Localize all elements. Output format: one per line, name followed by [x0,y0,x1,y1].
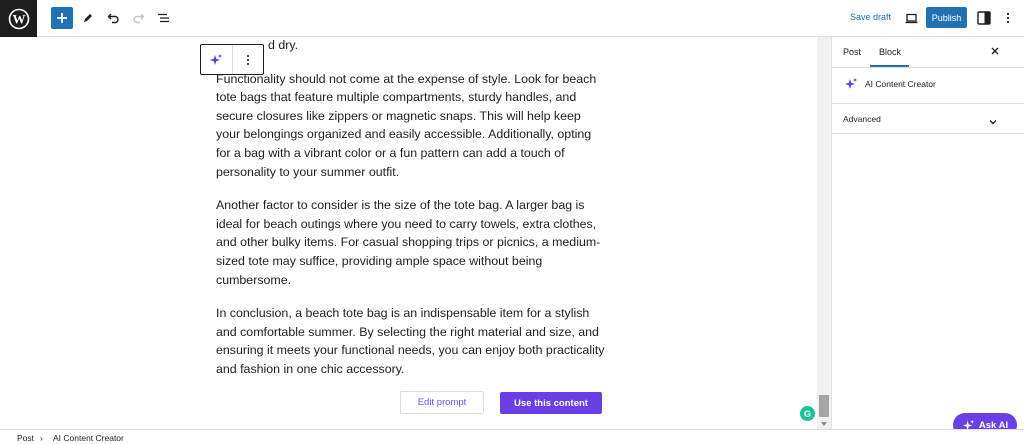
paragraph-3[interactable]: In conclusion, a beach tote bag is an in… [216,304,608,378]
edit-prompt-button[interactable]: Edit prompt [400,391,484,414]
wordpress-logo-button[interactable]: W [0,0,37,37]
block-toolbar [200,44,264,75]
ai-content-block[interactable]: d dry. Functionality should not come at … [216,37,608,394]
settings-sidebar: Post Block AI Content Creator Advanced [831,37,1024,429]
use-this-content-button[interactable]: Use this content [500,392,602,414]
preview-button[interactable] [900,7,922,29]
block-options-button[interactable] [231,45,263,74]
desktop-preview-icon [905,13,917,23]
chevron-down-icon[interactable] [988,114,998,132]
sidebar-toggle-icon [977,11,991,25]
ai-sparkle-icon [210,53,223,65]
editor-scrollbar[interactable] [817,37,831,429]
scrollbar-thumb[interactable] [819,395,829,417]
save-draft-button[interactable]: Save draft [850,12,891,22]
pencil-icon [84,14,92,22]
tab-post[interactable]: Post [843,47,861,57]
redo-button[interactable] [127,7,149,29]
tab-block[interactable]: Block [879,47,901,57]
breadcrumb-current-block[interactable]: AI Content Creator [53,433,124,443]
close-sidebar-button[interactable] [990,45,1000,59]
divider [832,67,1024,68]
paragraph-2[interactable]: Another factor to consider is the size o… [216,196,608,289]
block-card-title: AI Content Creator [865,79,936,89]
plus-icon [57,13,67,23]
document-overview-button[interactable] [152,7,174,29]
breadcrumb-separator: › [40,433,43,443]
list-view-icon [157,13,169,23]
redo-icon [132,13,144,24]
block-card: AI Content Creator [844,77,936,91]
settings-toggle-button[interactable] [973,7,995,29]
add-block-button[interactable] [51,7,73,29]
partial-paragraph[interactable]: d dry. [216,37,608,55]
grammarly-icon[interactable]: G [800,406,815,421]
tools-button[interactable] [77,7,99,29]
wordpress-icon: W [8,8,29,29]
ai-sparkle-icon [845,78,857,89]
editor-header: W Save draft Publish [0,0,1024,37]
more-vertical-icon [1006,12,1010,24]
more-vertical-icon [246,54,249,65]
divider [832,103,1024,104]
scroll-down-arrow-icon[interactable] [821,422,827,426]
block-type-button[interactable] [201,45,232,74]
breadcrumb-post[interactable]: Post [17,433,34,443]
close-icon [991,47,999,55]
undo-icon [107,13,119,24]
editor-canvas: d dry. Functionality should not come at … [0,37,817,429]
divider [832,133,1024,134]
paragraph-1[interactable]: Functionality should not come at the exp… [216,70,608,182]
undo-button[interactable] [102,7,124,29]
block-breadcrumb: Post › AI Content Creator [0,429,1024,444]
advanced-panel-toggle[interactable]: Advanced [843,114,881,124]
publish-button[interactable]: Publish [926,7,967,28]
options-menu-button[interactable] [997,7,1019,29]
svg-text:W: W [12,11,25,26]
